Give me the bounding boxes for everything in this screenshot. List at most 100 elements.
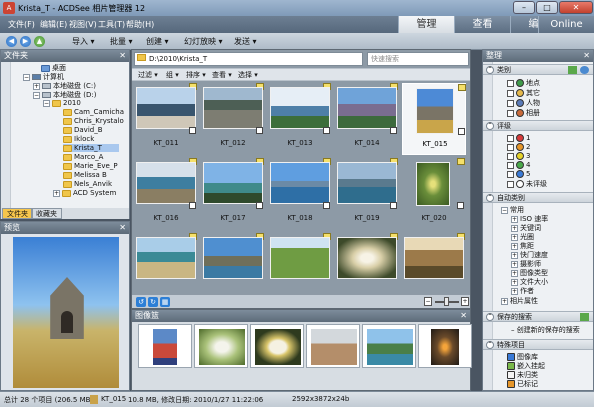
view-mode-icon[interactable]: ▦	[160, 297, 170, 307]
thumbnail-item[interactable]: KT_013	[268, 83, 332, 155]
close-icon[interactable]: ✕	[460, 310, 467, 322]
thumbnail-item[interactable]	[201, 233, 265, 293]
menu-file[interactable]: 文件(F)	[8, 19, 35, 30]
thumbnail-item[interactable]: KT_019	[335, 158, 399, 230]
thumbnail-checkbox[interactable]	[256, 127, 263, 134]
tree-folder[interactable]: Nels_Anvik	[63, 180, 112, 188]
category-add-icon[interactable]	[568, 66, 577, 74]
close-button[interactable]: ✕	[559, 1, 593, 14]
thumbnail-item[interactable]	[335, 233, 399, 293]
thumbnail-checkbox[interactable]	[458, 128, 465, 135]
back-icon[interactable]: ◀	[6, 36, 17, 47]
thumbnail-item-selected[interactable]: KT_015	[402, 83, 466, 155]
tree-folder[interactable]: Melissa B	[63, 171, 107, 179]
category-item[interactable]: 相册	[507, 108, 540, 118]
thumbnail-checkbox[interactable]	[390, 202, 397, 209]
menu-edit[interactable]: 编辑(E)	[40, 19, 67, 30]
thumbnail-item[interactable]: KT_018	[268, 158, 332, 230]
group-menu[interactable]: 组 ▾	[166, 70, 179, 80]
basket-item[interactable]	[362, 324, 416, 368]
quick-search-input[interactable]: 快速搜索	[367, 52, 469, 66]
basket-item[interactable]	[138, 324, 192, 368]
batch-button[interactable]: 批量 ▾	[110, 36, 133, 47]
rating-item[interactable]: 3	[507, 152, 530, 160]
sort-menu[interactable]: 排序 ▾	[186, 70, 206, 80]
rating-item[interactable]: 4	[507, 161, 530, 169]
section-saved-searches[interactable]: ⌃ 保存的搜索	[483, 311, 593, 322]
create-saved-search-link[interactable]: – 创建新的保存的搜索	[511, 325, 580, 335]
rating-item[interactable]: 5	[507, 170, 530, 178]
close-icon[interactable]: ✕	[119, 50, 126, 62]
select-menu[interactable]: 选择 ▾	[238, 70, 258, 80]
rating-item[interactable]: 2	[507, 143, 530, 151]
tree-folder-selected[interactable]: Krista_T	[63, 144, 119, 152]
tree-folder[interactable]: Marco_A	[63, 153, 103, 161]
rotate-right-icon[interactable]: ↻	[148, 297, 158, 307]
thumbnail-checkbox[interactable]	[323, 202, 330, 209]
tree-folder[interactable]: David_B	[63, 126, 103, 134]
saved-search-add-icon[interactable]	[580, 313, 589, 321]
category-item[interactable]: 其它	[507, 88, 540, 98]
tab-folders[interactable]: 文件夹	[2, 208, 33, 219]
category-item[interactable]: 人物	[507, 98, 540, 108]
tab-view[interactable]: 查看	[454, 16, 510, 33]
zoom-slider-handle[interactable]	[444, 297, 449, 306]
basket-item[interactable]	[250, 324, 304, 368]
close-icon[interactable]: ✕	[119, 222, 126, 234]
thumbnail-item[interactable]: KT_014	[335, 83, 399, 155]
tree-folder[interactable]: Iklock	[63, 135, 94, 143]
tree-folder[interactable]: Cam_Camicha	[63, 108, 124, 116]
tree-folder[interactable]: + ACD System	[53, 189, 116, 197]
thumbnail-checkbox[interactable]	[189, 202, 196, 209]
zoom-in-icon[interactable]: +	[461, 297, 469, 306]
section-auto-categories[interactable]: ⌃ 自动类别	[483, 192, 593, 203]
up-icon[interactable]: ▲	[34, 36, 45, 47]
minimize-button[interactable]: –	[513, 1, 535, 14]
rating-item[interactable]: 1	[507, 134, 530, 142]
close-icon[interactable]: ✕	[583, 50, 590, 62]
auto-category-item[interactable]: + 作者	[511, 286, 534, 296]
thumbnail-checkbox[interactable]	[457, 202, 464, 209]
thumbnail-item[interactable]	[402, 233, 466, 293]
view-menu[interactable]: 查看 ▾	[212, 70, 232, 80]
thumbnail-checkbox[interactable]	[323, 127, 330, 134]
special-item-tagged[interactable]: 已标记	[507, 379, 538, 389]
thumbnail-item[interactable]: KT_016	[134, 158, 198, 230]
section-special-items[interactable]: ⌃ 特殊项目	[483, 339, 593, 350]
tab-manage[interactable]: 管理	[398, 16, 454, 33]
thumbnail-item[interactable]	[134, 233, 198, 293]
filter-menu[interactable]: 过滤 ▾	[138, 70, 158, 80]
menu-help[interactable]: 帮助(H)	[126, 19, 154, 30]
rating-item[interactable]: 未评级	[507, 179, 547, 189]
thumbnail-item[interactable]: KT_017	[201, 158, 265, 230]
maximize-button[interactable]: □	[536, 1, 558, 14]
create-button[interactable]: 创建 ▾	[146, 36, 169, 47]
menu-tools[interactable]: 工具(T)	[98, 19, 125, 30]
thumbnail-checkbox[interactable]	[189, 127, 196, 134]
tree-folder[interactable]: Marie_Eve_P	[63, 162, 118, 170]
import-button[interactable]: 导入 ▾	[72, 36, 95, 47]
send-button[interactable]: 发送 ▾	[234, 36, 257, 47]
zoom-out-icon[interactable]: −	[424, 297, 432, 306]
category-refresh-icon[interactable]	[580, 66, 589, 74]
tab-online[interactable]: Online	[538, 16, 594, 33]
basket-item[interactable]	[194, 324, 248, 368]
path-field[interactable]: D:\2010\Krista_T	[134, 52, 363, 66]
thumbnail-checkbox[interactable]	[390, 127, 397, 134]
category-item[interactable]: 地点	[507, 78, 540, 88]
forward-icon[interactable]: ▶	[20, 36, 31, 47]
thumbnail-checkbox[interactable]	[256, 202, 263, 209]
tab-favorites[interactable]: 收藏夹	[31, 208, 62, 219]
thumbnail-item[interactable]: KT_020	[402, 158, 466, 230]
tree-folder[interactable]: Chris_Krystalo	[63, 117, 124, 125]
slideshow-button[interactable]: 幻灯放映 ▾	[184, 36, 223, 47]
section-categories[interactable]: ⌃ 类别	[483, 64, 593, 75]
thumbnail-item[interactable]: KT_011	[134, 83, 198, 155]
rotate-left-icon[interactable]: ↺	[136, 297, 146, 307]
section-ratings[interactable]: ⌃ 评级	[483, 120, 593, 131]
auto-category-item[interactable]: + 相片属性	[501, 296, 538, 306]
basket-item[interactable]	[306, 324, 360, 368]
tree-2010[interactable]: −2010	[43, 99, 81, 107]
thumbnail-item[interactable]: KT_012	[201, 83, 265, 155]
thumbnail-item[interactable]	[268, 233, 332, 293]
